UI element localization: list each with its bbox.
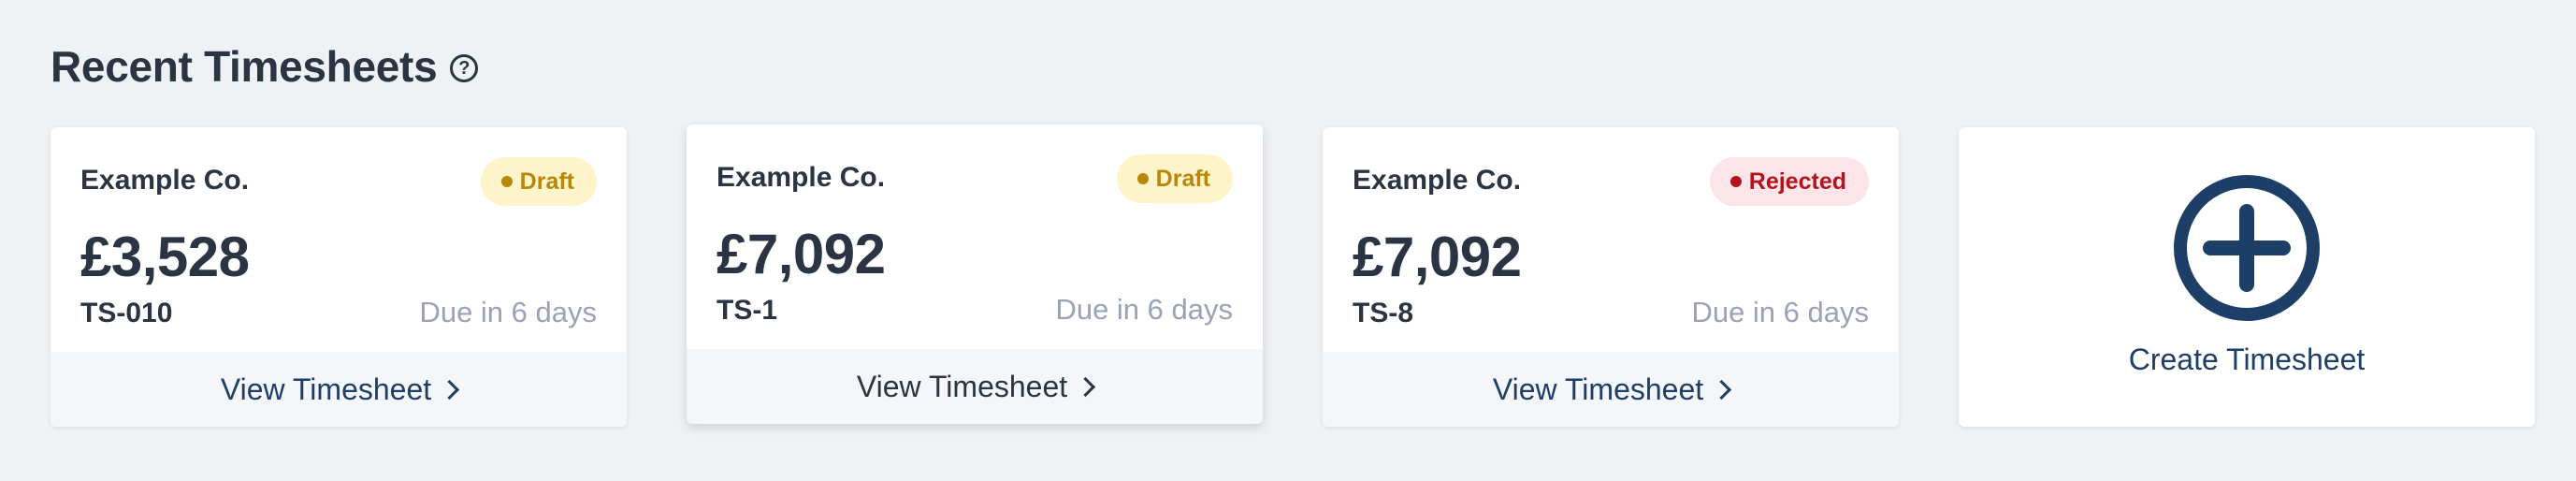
timesheet-amount: £7,092 <box>1353 226 1522 288</box>
company-name: Example Co. <box>716 162 886 193</box>
status-label: Rejected <box>1748 168 1846 195</box>
view-timesheet-button[interactable]: View Timesheet <box>687 349 1263 424</box>
status-dot-icon <box>1136 173 1149 184</box>
timesheet-card: Example Co. Draft £3,528 TS-010 Due in 6… <box>51 127 627 427</box>
chevron-right-icon <box>1076 376 1096 398</box>
timesheet-cards: Example Co. Draft £3,528 TS-010 Due in 6… <box>51 124 2535 427</box>
timesheet-amount: £3,528 <box>80 226 250 288</box>
chevron-right-icon <box>1712 379 1732 401</box>
company-name: Example Co. <box>80 165 250 196</box>
status-badge: Draft <box>480 157 597 206</box>
status-dot-icon <box>1729 176 1742 187</box>
status-label: Draft <box>1155 165 1210 192</box>
due-date: Due in 6 days <box>1691 296 1869 328</box>
chevron-right-icon <box>440 379 460 401</box>
view-timesheet-button[interactable]: View Timesheet <box>51 352 627 427</box>
plus-circle-icon <box>2174 175 2320 321</box>
due-date: Due in 6 days <box>1055 293 1233 326</box>
view-timesheet-label: View Timesheet <box>856 369 1068 403</box>
card-body: Example Co. Draft £7,092 TS-1 Due in 6 d… <box>716 124 1233 349</box>
timesheet-card: Example Co. Draft £7,092 TS-1 Due in 6 d… <box>687 124 1263 424</box>
create-timesheet-card[interactable]: Create Timesheet <box>1959 127 2535 427</box>
timesheet-id: TS-8 <box>1353 298 1414 328</box>
status-badge: Rejected <box>1709 157 1869 206</box>
card-body: Example Co. Rejected £7,092 TS-8 Due in … <box>1353 127 1869 352</box>
section-header: Recent Timesheets ? <box>51 41 479 92</box>
view-timesheet-button[interactable]: View Timesheet <box>1323 352 1899 427</box>
status-dot-icon <box>500 176 513 187</box>
create-timesheet-label: Create Timesheet <box>2128 343 2366 376</box>
card-body: Example Co. Draft £3,528 TS-010 Due in 6… <box>80 127 597 352</box>
view-timesheet-label: View Timesheet <box>220 372 432 406</box>
timesheet-amount: £7,092 <box>716 223 886 285</box>
timesheet-id: TS-1 <box>716 295 778 326</box>
company-name: Example Co. <box>1353 165 1522 196</box>
view-timesheet-label: View Timesheet <box>1492 372 1704 406</box>
timesheet-card: Example Co. Rejected £7,092 TS-8 Due in … <box>1323 127 1899 427</box>
timesheet-id: TS-010 <box>80 298 173 328</box>
due-date: Due in 6 days <box>419 296 597 328</box>
status-label: Draft <box>519 168 574 195</box>
help-icon[interactable]: ? <box>450 54 479 82</box>
section-title: Recent Timesheets <box>51 42 438 91</box>
status-badge: Draft <box>1116 154 1233 203</box>
